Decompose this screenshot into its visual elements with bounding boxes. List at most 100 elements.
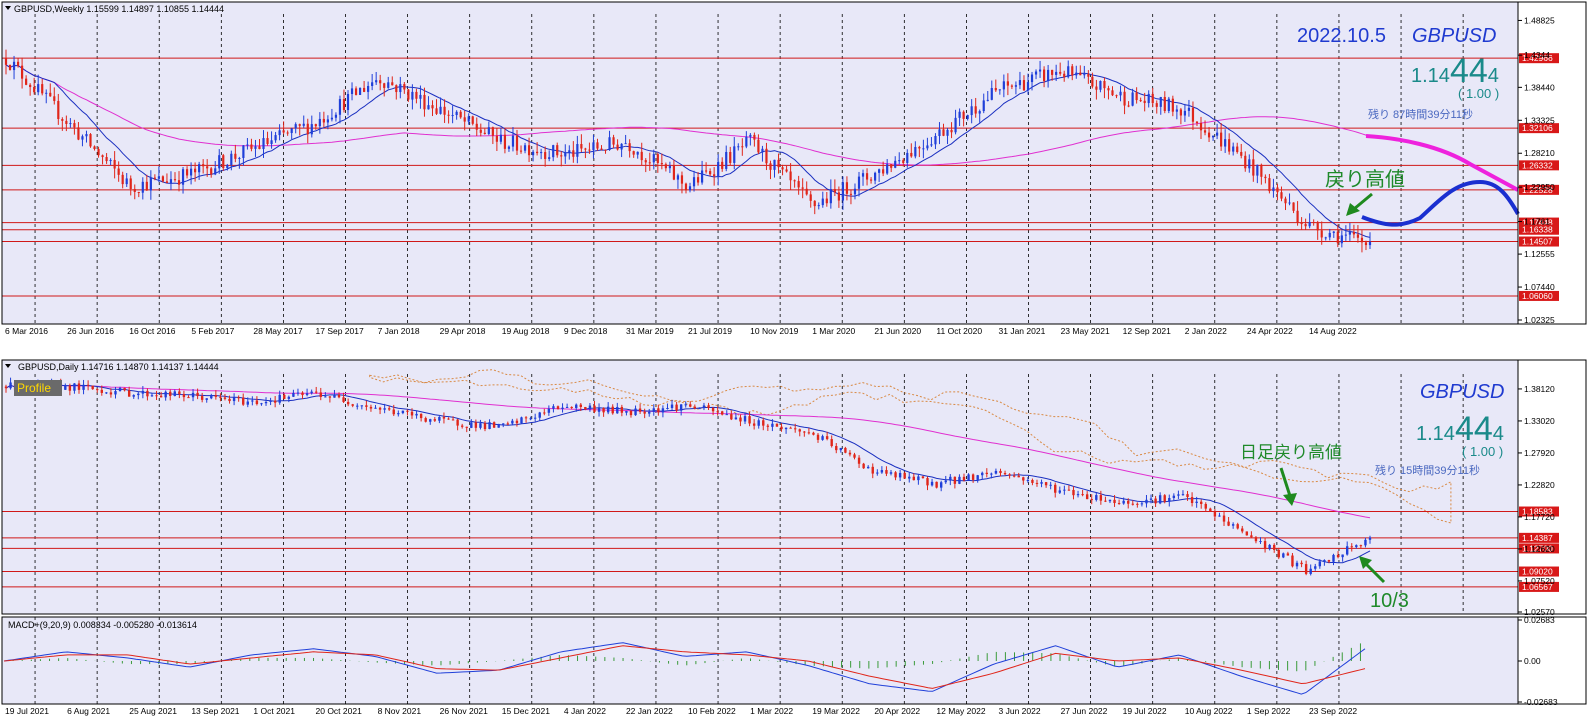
candle-body xyxy=(1256,164,1259,176)
x-axis-label: 23 May 2021 xyxy=(1061,326,1110,336)
candle-body xyxy=(1030,74,1034,83)
candle-body xyxy=(260,403,263,405)
candle-body xyxy=(611,406,614,414)
candle-body xyxy=(145,181,148,191)
candle-body xyxy=(777,159,780,168)
candle-body xyxy=(921,476,925,479)
candle-body xyxy=(328,396,332,398)
candle-body xyxy=(20,65,24,79)
candle-body xyxy=(363,87,366,92)
candle-body xyxy=(853,188,857,195)
candle-body xyxy=(132,395,135,397)
candle-body xyxy=(266,138,269,144)
candle-body xyxy=(1220,132,1223,147)
weekly-price-main: 1.14 xyxy=(1411,65,1450,87)
candle-body xyxy=(282,130,285,133)
candle-body xyxy=(319,392,322,397)
candle-body xyxy=(410,411,414,416)
candle-body xyxy=(129,178,132,189)
x-axis-label: 6 Mar 2016 xyxy=(5,326,48,336)
candle-body xyxy=(1304,224,1307,227)
candle-body xyxy=(966,115,969,119)
x-axis-label: 7 Jan 2018 xyxy=(378,326,420,336)
candle-body xyxy=(8,64,12,71)
x-axis-label: 1 Oct 2021 xyxy=(253,706,295,716)
candle-body xyxy=(314,124,317,127)
y-axis-label: 1.38440 xyxy=(1524,82,1555,92)
candle-body xyxy=(1268,544,1271,550)
candle-body xyxy=(716,411,719,413)
candle-body xyxy=(721,411,724,415)
candle-body xyxy=(1263,541,1267,550)
candle-body xyxy=(356,405,359,407)
candle-body xyxy=(447,418,450,420)
candle-body xyxy=(865,173,869,180)
candle-body xyxy=(383,408,386,410)
x-axis-label: 21 Jul 2019 xyxy=(688,326,732,336)
candle-body xyxy=(978,111,981,114)
candle-body xyxy=(1063,489,1066,491)
profile-label: Profile xyxy=(17,381,51,395)
candle-body xyxy=(648,411,651,414)
candle-body xyxy=(729,151,732,163)
candle-body xyxy=(926,145,929,149)
macd-panel[interactable]: 0.026830.00-0.02683 MACD+(9,20,9) 0.0083… xyxy=(2,615,1586,707)
candle-body xyxy=(661,408,665,413)
candle-body xyxy=(839,447,843,451)
weekly-chart-panel[interactable]: 1.429661.321061.263321.225281.174481.163… xyxy=(2,2,1586,336)
candle-body xyxy=(918,146,921,149)
candle-body xyxy=(709,171,712,175)
candle-body xyxy=(306,123,309,135)
candle-body xyxy=(89,134,92,147)
candle-body xyxy=(178,391,181,395)
candle-body xyxy=(680,175,684,184)
candle-body xyxy=(825,198,828,204)
candle-body xyxy=(572,150,575,157)
candle-body xyxy=(318,118,321,127)
candle-body xyxy=(254,146,257,149)
candle-body xyxy=(1273,544,1276,550)
candle-body xyxy=(561,407,564,409)
candle-body xyxy=(524,417,528,419)
candle-body xyxy=(218,155,221,169)
candle-body xyxy=(495,135,498,142)
y-axis-label: 1.17720 xyxy=(1524,512,1555,522)
candle-body xyxy=(1244,155,1247,169)
candle-body xyxy=(1181,494,1185,496)
candle-body xyxy=(1295,562,1299,567)
candle-body xyxy=(455,111,458,116)
candle-body xyxy=(324,396,327,398)
candle-body xyxy=(702,405,706,409)
candle-body xyxy=(616,144,619,150)
candle-body xyxy=(1072,489,1075,496)
candle-body xyxy=(69,123,72,125)
candle-body xyxy=(194,168,197,173)
candle-body xyxy=(1327,560,1331,562)
daily-price-big: 44 xyxy=(1455,410,1493,448)
candle-body xyxy=(765,148,768,164)
candle-body xyxy=(807,432,811,434)
candle-body xyxy=(660,163,663,165)
candle-body xyxy=(600,148,603,150)
candle-body xyxy=(640,151,643,161)
weekly-remaining: 残り 87時間39分11秒 xyxy=(1368,107,1473,121)
daily-price-main: 1.14 xyxy=(1416,423,1455,445)
candle-body xyxy=(1222,515,1226,522)
y-axis-label: 1.4344 xyxy=(1524,50,1550,60)
candle-body xyxy=(333,394,336,398)
candle-body xyxy=(606,406,610,413)
y-axis-label: 1.12555 xyxy=(1524,249,1555,259)
candle-body xyxy=(803,431,806,433)
candle-body xyxy=(114,391,117,395)
candle-body xyxy=(656,154,659,164)
candle-body xyxy=(25,78,28,85)
candle-body xyxy=(781,167,784,170)
candle-body xyxy=(105,392,108,394)
candle-body xyxy=(696,177,700,183)
candle-body xyxy=(483,423,487,430)
candle-body xyxy=(628,143,631,152)
daily-chart-panel[interactable]: 1.185831.143871.127001.090201.06567 1.38… xyxy=(2,360,1586,617)
candle-body xyxy=(1090,499,1093,501)
candle-body xyxy=(1348,231,1351,235)
candle-body xyxy=(604,149,607,151)
